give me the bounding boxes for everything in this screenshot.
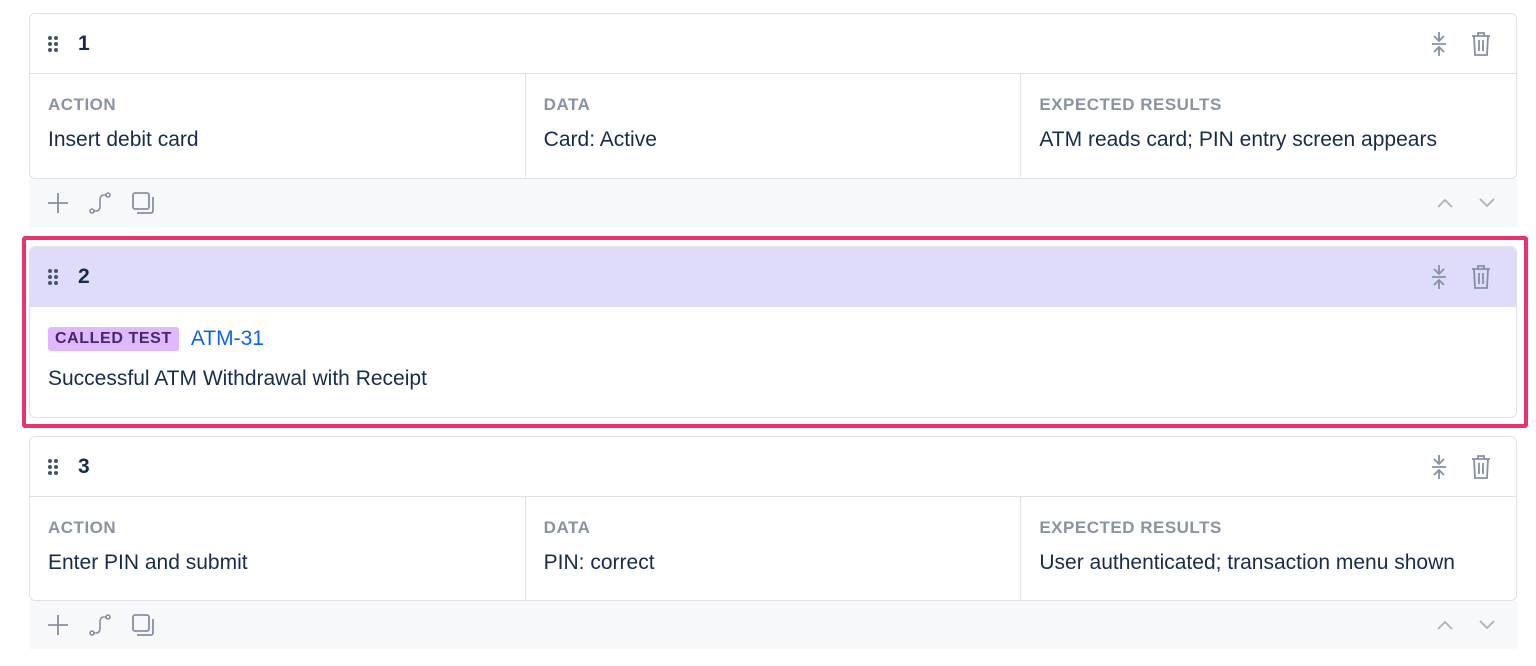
clone-icon[interactable] (129, 189, 157, 217)
trash-icon[interactable] (1468, 453, 1494, 481)
trash-icon[interactable] (1468, 30, 1494, 58)
test-step-3: 3 ACTION Enter PIN and submit DATA PIN: … (29, 436, 1517, 601)
column-value: ATM reads card; PIN entry screen appears (1039, 128, 1437, 151)
column-value: PIN: correct (543, 551, 655, 574)
column-label: EXPECTED RESULTS (1039, 518, 1222, 537)
step-toolbar (29, 179, 1517, 227)
chevron-up-icon[interactable] (1431, 611, 1459, 639)
call-test-icon[interactable] (86, 189, 114, 217)
column-label: EXPECTED RESULTS (1039, 95, 1222, 114)
plus-icon[interactable] (44, 611, 72, 639)
call-test-icon[interactable] (86, 611, 114, 639)
column-value: Card: Active (543, 128, 657, 151)
data-column[interactable]: DATA PIN: correct (526, 497, 1022, 600)
expected-results-column[interactable]: EXPECTED RESULTS ATM reads card; PIN ent… (1021, 74, 1516, 177)
column-value: Insert debit card (48, 128, 199, 151)
plus-icon[interactable] (44, 189, 72, 217)
column-label: ACTION (48, 518, 117, 537)
column-value: Enter PIN and submit (48, 551, 248, 574)
expected-results-column[interactable]: EXPECTED RESULTS User authenticated; tra… (1021, 497, 1516, 600)
highlight-frame (22, 236, 1528, 428)
step-header: 3 (30, 437, 1516, 497)
column-label: DATA (543, 95, 591, 114)
column-label: DATA (543, 518, 591, 537)
step-header: 1 (30, 14, 1516, 74)
drag-handle-icon[interactable] (48, 459, 60, 475)
step-columns: ACTION Enter PIN and submit DATA PIN: co… (30, 497, 1516, 600)
column-label: ACTION (48, 95, 117, 114)
test-step-1: 1 ACTION Insert debit card DATA Card: Ac… (29, 13, 1517, 179)
drag-handle-icon[interactable] (48, 36, 60, 52)
step-columns: ACTION Insert debit card DATA Card: Acti… (30, 74, 1516, 177)
chevron-up-icon[interactable] (1431, 189, 1459, 217)
column-value: User authenticated; transaction menu sho… (1039, 551, 1455, 574)
chevron-down-icon[interactable] (1473, 189, 1501, 217)
step-number: 3 (78, 454, 90, 478)
collapse-icon[interactable] (1426, 453, 1452, 481)
chevron-down-icon[interactable] (1473, 611, 1501, 639)
collapse-icon[interactable] (1426, 30, 1452, 58)
clone-icon[interactable] (129, 611, 157, 639)
action-column[interactable]: ACTION Insert debit card (30, 74, 526, 177)
step-toolbar (29, 601, 1517, 649)
data-column[interactable]: DATA Card: Active (526, 74, 1022, 177)
step-number: 1 (78, 31, 90, 55)
action-column[interactable]: ACTION Enter PIN and submit (30, 497, 526, 600)
